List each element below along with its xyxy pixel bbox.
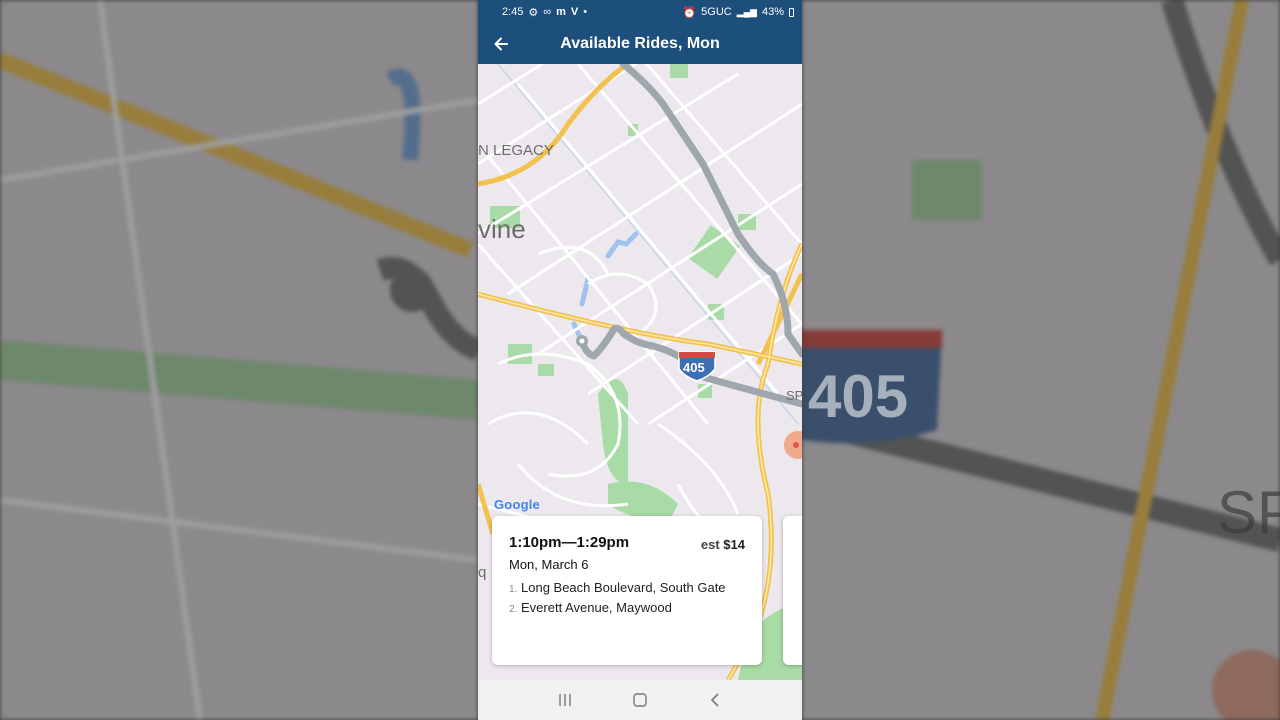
background-sp-label: SP <box>1217 479 1280 546</box>
system-back-button[interactable] <box>695 680 735 720</box>
list-item: 1. Long Beach Boulevard, South Gate <box>509 580 746 595</box>
stop-number: 1. <box>509 584 518 595</box>
back-button[interactable] <box>478 24 524 64</box>
system-nav-bar <box>478 680 802 720</box>
map-view[interactable]: N LEGACY vine 405 SP q Google 1:10pm—1:2… <box>478 64 802 680</box>
battery-icon <box>789 7 794 17</box>
google-logo: Google <box>494 497 540 512</box>
ride-price: est $14 <box>701 537 745 552</box>
ride-date: Mon, March 6 <box>509 557 589 572</box>
stop-list: 1. Long Beach Boulevard, South Gate 2. E… <box>509 580 746 615</box>
voicemail-icon: ∞ <box>543 6 552 18</box>
price-amount: $14 <box>723 537 745 552</box>
map-label-legacy: N LEGACY <box>478 142 554 159</box>
recent-apps-icon <box>559 694 572 706</box>
app-icon: V <box>570 6 579 18</box>
home-button[interactable] <box>620 680 660 720</box>
background-blur-left <box>0 0 478 720</box>
page-title: Available Rides, Mon <box>560 35 720 52</box>
recent-apps-button[interactable] <box>545 680 585 720</box>
stop-number: 2. <box>509 604 518 615</box>
ride-card-next[interactable] <box>783 516 802 665</box>
price-prefix: est <box>700 537 720 552</box>
arrow-left-icon <box>494 37 508 51</box>
background-highway-label: 405 <box>808 363 909 430</box>
map-label-405: 405 <box>683 360 705 375</box>
stop-name: Long Beach Boulevard, South Gate <box>521 580 726 595</box>
app-bar: Available Rides, Mon <box>478 24 802 64</box>
alarm-icon: ⏰ <box>682 6 697 19</box>
signal-icon: ▂▄▆ <box>736 6 757 17</box>
phone-screen: 2:45 ⚙ ∞ m V • ⏰ 5GUC ▂▄▆ 43% Available … <box>478 0 802 720</box>
stop-name: Everett Avenue, Maywood <box>521 600 672 615</box>
dot-icon: • <box>583 6 588 18</box>
map-label-irvine: vine <box>478 214 526 244</box>
battery-label: 43% <box>761 6 784 18</box>
map-label-sp: SP <box>786 388 802 403</box>
status-bar: 2:45 ⚙ ∞ m V • ⏰ 5GUC ▂▄▆ 43% <box>478 0 802 24</box>
list-item: 2. Everett Avenue, Maywood <box>509 600 746 615</box>
ride-card[interactable]: 1:10pm—1:29pm est $14 Mon, March 6 1. Lo… <box>492 516 762 665</box>
back-icon <box>710 693 719 707</box>
messages-icon: m <box>556 6 566 18</box>
network-label: 5GUC <box>701 6 732 18</box>
background-blur-right: 405 SP <box>802 0 1280 720</box>
status-time: 2:45 <box>502 6 524 18</box>
home-icon <box>633 693 647 707</box>
settings-icon: ⚙ <box>528 6 539 19</box>
map-label-partial-q: q <box>478 564 487 581</box>
